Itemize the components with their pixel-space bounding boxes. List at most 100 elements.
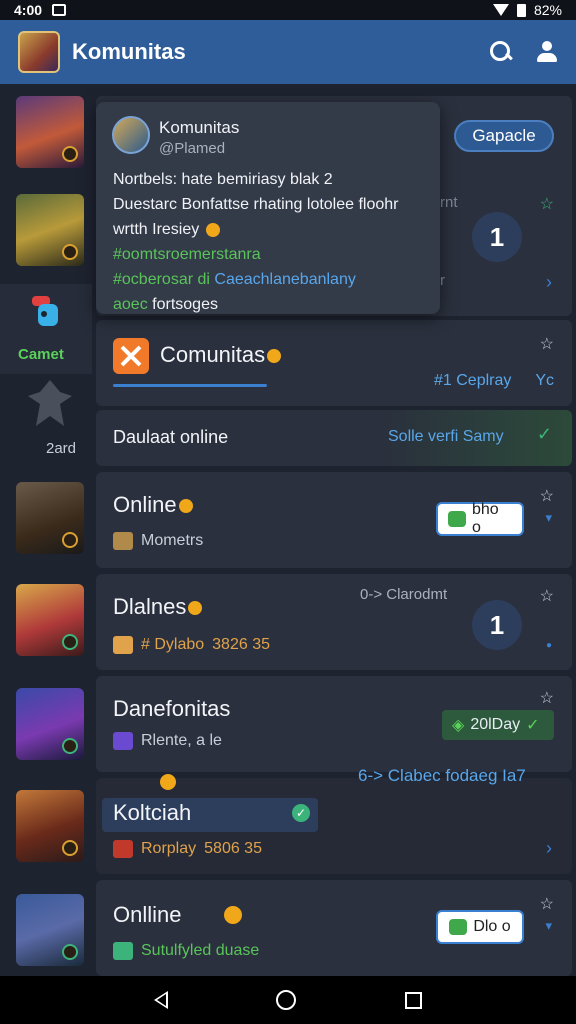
- check-icon: ✓: [526, 717, 540, 734]
- status-action-link[interactable]: Solle verfi Samy: [388, 428, 504, 446]
- community-chip-icon: [113, 732, 133, 750]
- join-button[interactable]: Gapacle: [454, 120, 554, 152]
- tools-icon: [113, 338, 149, 374]
- popover-line: wrtth Iresiey: [113, 217, 430, 242]
- online-status-label: Daulaat online: [113, 427, 229, 447]
- community-row[interactable]: Onlline Sutulfyled duase ☆ Dlo o ▾: [96, 880, 572, 976]
- community-suffix: Yc: [535, 372, 554, 389]
- community-subtitle: Mometrs: [113, 532, 203, 550]
- left-tab-camet[interactable]: Camet: [0, 284, 92, 374]
- search-icon[interactable]: [490, 41, 512, 63]
- community-avatar[interactable]: [16, 194, 84, 266]
- camet-logo-icon: [32, 296, 58, 326]
- community-link[interactable]: #1 Ceplray: [434, 372, 511, 390]
- status-bar: 4:00 82%: [0, 0, 576, 20]
- star-icon[interactable]: ☆: [540, 688, 554, 708]
- popover-line: Nortbels: hate bemiriasy blak 2: [113, 171, 333, 188]
- signal-icon: [492, 4, 509, 16]
- home-icon[interactable]: [276, 990, 297, 1010]
- community-popover[interactable]: Komunitas @Plamed Nortbels: hate bemiria…: [96, 102, 440, 314]
- avatar-badge: [62, 532, 78, 548]
- coin-icon: [224, 906, 242, 924]
- avatar-badge: [62, 840, 78, 856]
- community-name: Comunitas: [160, 342, 282, 368]
- recents-icon[interactable]: [404, 991, 422, 1009]
- chevron-right-icon[interactable]: ›: [546, 838, 552, 859]
- avatar-badge: [62, 944, 78, 960]
- coin-icon: [160, 774, 176, 790]
- battery-percent: 82%: [533, 2, 562, 18]
- star-icon[interactable]: ☆: [540, 334, 554, 354]
- chevron-right-icon[interactable]: ›: [546, 272, 552, 293]
- community-chip-icon: [113, 532, 133, 550]
- community-card-komunitas[interactable]: Comunitas ☆ #1 Ceplray Yc: [96, 320, 572, 406]
- popover-line: aoec fortsoges: [113, 296, 218, 313]
- community-row[interactable]: Dlalnes # Dylabo 3826 35 0-> Clarodmt ☆ 1…: [96, 574, 572, 670]
- app-bar: Komunitas: [0, 20, 576, 84]
- popover-handle: @Plamed: [159, 140, 226, 157]
- community-subtitle: Rlente, a le: [113, 732, 222, 750]
- progress-underline: [113, 384, 267, 387]
- popover-title: Komunitas: [159, 118, 240, 137]
- app-logo[interactable]: [18, 31, 60, 73]
- community-row[interactable]: Online Mometrs ☆ bho o ▾: [96, 472, 572, 568]
- status-time: 4:00: [14, 2, 43, 18]
- community-row[interactable]: Koltciah ✓ Rorplay 5806 35 6-> Clabec fod…: [96, 766, 572, 874]
- community-avatar[interactable]: [16, 688, 84, 760]
- coin-icon: [178, 499, 193, 514]
- community-avatar[interactable]: [16, 894, 84, 966]
- community-subtitle: Rorplay 5806 35: [113, 840, 262, 858]
- ghost-text: rnt: [440, 194, 458, 211]
- community-link[interactable]: 6-> Clabec fodaeg Ia7: [358, 766, 526, 786]
- chat-icon: [449, 919, 468, 935]
- left-tab-label: Camet: [18, 346, 64, 363]
- avatar-badge: [62, 244, 78, 260]
- status-text: 0-> Clarodmt: [360, 586, 448, 603]
- star-icon[interactable]: ☆: [540, 486, 554, 506]
- community-name: Danefonitas: [113, 696, 231, 721]
- community-name: Onlline: [113, 902, 182, 927]
- community-avatar[interactable]: [16, 790, 84, 862]
- star-icon[interactable]: ☆: [540, 194, 554, 214]
- dot-icon: ●: [545, 640, 552, 651]
- community-list: Camet 2ard ☆ rnt r 1 › Gapacle Comunitas…: [0, 84, 576, 976]
- popover-line: Duestarc Bonfattse rhating lotolee flooh…: [113, 196, 399, 213]
- left-label-2ard: 2ard: [46, 440, 77, 457]
- popover-body: Nortbels: hate bemiriasy blak 2 Duestarc…: [113, 167, 430, 317]
- verified-icon: ✓: [292, 804, 310, 822]
- chat-button[interactable]: bho o: [436, 501, 524, 536]
- community-avatar[interactable]: [16, 482, 84, 554]
- chat-button[interactable]: Dlo o: [436, 910, 524, 944]
- coin-icon: [267, 349, 282, 364]
- unread-count-badge: 1: [472, 212, 522, 262]
- notification-icon: [52, 4, 67, 16]
- star-icon[interactable]: ☆: [540, 894, 554, 914]
- chat-icon: [448, 511, 466, 527]
- popover-hashtag[interactable]: #oomtsroemerstanra: [113, 242, 430, 267]
- user-icon[interactable]: [536, 41, 558, 63]
- status-chip[interactable]: ◈ 20lDay ✓: [442, 710, 554, 740]
- community-chip-icon: [113, 840, 133, 858]
- avatar-badge: [62, 146, 78, 162]
- avatar-badge: [62, 634, 78, 650]
- app-bar-actions: [490, 41, 558, 63]
- back-icon[interactable]: [154, 991, 169, 1009]
- community-row[interactable]: Danefonitas Rlente, a le ☆ ◈ 20lDay ✓: [96, 676, 572, 772]
- battery-icon: [516, 3, 526, 17]
- knight-icon: [28, 380, 72, 426]
- check-icon: ✓: [536, 424, 552, 444]
- unread-count-badge: 1: [472, 600, 522, 650]
- star-icon[interactable]: ☆: [540, 586, 554, 606]
- community-subtitle: Sutulfyled duase: [113, 942, 259, 960]
- community-chip-icon: [113, 636, 133, 654]
- chevron-down-icon[interactable]: ▾: [545, 918, 552, 934]
- community-name: Online: [113, 492, 193, 518]
- community-avatar[interactable]: [16, 96, 84, 168]
- community-name: Dlalnes: [113, 594, 203, 620]
- system-nav-bar: [0, 976, 576, 1024]
- community-avatar[interactable]: [16, 584, 84, 656]
- shield-icon: ◈: [452, 717, 465, 734]
- community-chip-icon: [113, 942, 133, 960]
- chevron-down-icon[interactable]: ▾: [545, 510, 552, 526]
- online-status-row[interactable]: Daulaat online Solle verfi Samy ✓: [96, 410, 572, 466]
